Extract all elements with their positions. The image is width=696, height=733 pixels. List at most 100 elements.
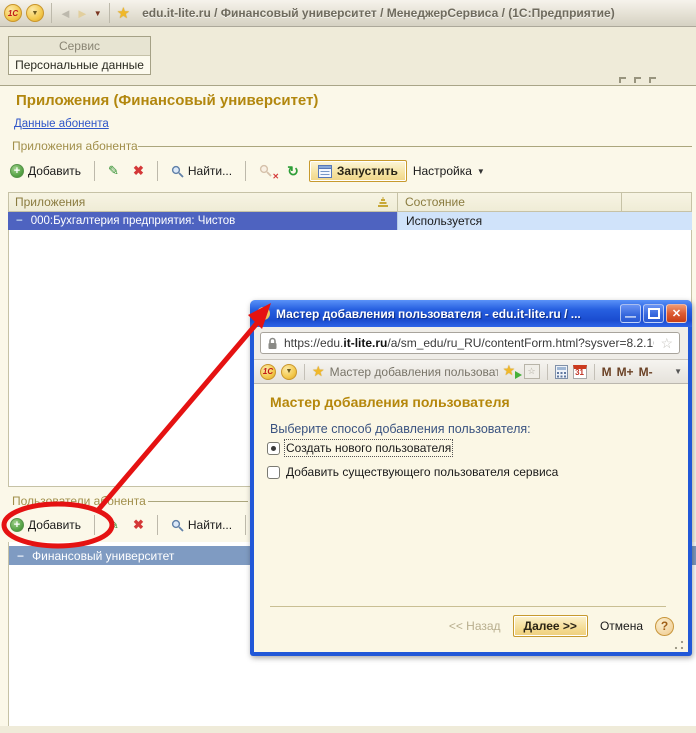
dialog-tab-label[interactable]: Мастер добавления пользоват...	[330, 365, 498, 379]
apps-refresh-icon[interactable]: ↻	[283, 161, 303, 182]
apps-run-button[interactable]: Запустить	[308, 160, 407, 182]
minimize-button[interactable]: —	[620, 304, 641, 323]
forward-icon[interactable]: ►	[76, 7, 89, 20]
apps-section-line	[138, 146, 692, 147]
users-section-line	[148, 501, 248, 502]
add-user-wizard-window: Мастер добавления пользователя - edu.it-…	[250, 300, 692, 656]
wizard-content: Мастер добавления пользователя Выберите …	[254, 384, 688, 652]
option-add-existing-user[interactable]: Добавить существующего пользователя серв…	[267, 465, 558, 479]
users-find-button[interactable]: Найти...	[167, 516, 236, 534]
app-name-cell[interactable]: − 000:Бухгалтерия предприятия: Чистов	[8, 212, 397, 230]
wizard-prompt: Выберите способ добавления пользователя:	[270, 422, 531, 436]
apps-delete-icon[interactable]: ✖	[129, 161, 148, 181]
cancel-button[interactable]: Отмена	[600, 619, 643, 633]
app-window: 1С ▼ ◄ ► ▼ ★ edu.it-lite.ru / Финансовый…	[0, 0, 696, 733]
apps-find-button[interactable]: Найти...	[167, 162, 236, 180]
plus-icon: +	[10, 164, 24, 178]
bookmark-star-icon[interactable]: ☆	[660, 335, 673, 352]
toolbar-overflow-icon[interactable]: ▼	[674, 367, 682, 376]
subscriber-data-link[interactable]: Данные абонента	[14, 118, 109, 130]
chevron-down-icon: ▼	[476, 166, 485, 176]
back-icon[interactable]: ◄	[59, 7, 72, 20]
calendar-icon[interactable]: 31	[572, 364, 587, 379]
separator	[245, 515, 247, 535]
search-icon	[260, 164, 272, 177]
separator	[94, 161, 96, 181]
dialog-client-area: https://edu.it-lite.ru/a/sm_edu/ru_RU/co…	[254, 327, 688, 652]
wizard-heading: Мастер добавления пользователя	[270, 394, 510, 410]
column-apps[interactable]: Приложения	[15, 195, 85, 209]
apps-add-button[interactable]: + Добавить	[6, 162, 85, 180]
option-create-new-user[interactable]: Создать нового пользователя	[267, 439, 454, 457]
apps-edit-icon[interactable]: ✎	[104, 161, 123, 181]
main-menu-icon[interactable]: ▼	[26, 4, 44, 22]
memory-button-m-minus[interactable]: M-	[639, 365, 653, 379]
section-switcher: Сервис Персональные данные	[8, 36, 151, 75]
url-field[interactable]: https://edu.it-lite.ru/a/sm_edu/ru_RU/co…	[260, 332, 680, 354]
favorites-icon[interactable]: ★	[312, 363, 325, 380]
1c-logo-icon[interactable]: 1С	[4, 4, 22, 22]
tab-service[interactable]: Сервис	[9, 37, 150, 56]
apps-section-label: Приложения абонента	[12, 139, 138, 153]
separator	[304, 363, 305, 380]
apps-toolbar: + Добавить ✎ ✖ Найти... ✕ ↻ Запустить На…	[6, 156, 485, 186]
add-favorite-icon[interactable]: ★	[503, 362, 522, 379]
users-edit-icon[interactable]: ✎	[104, 515, 123, 535]
dialog-title: Мастер добавления пользователя - edu.it-…	[276, 306, 581, 321]
users-add-button[interactable]: + Добавить	[6, 516, 85, 534]
plus-icon: +	[10, 518, 24, 532]
app-state-cell[interactable]: Используется	[397, 212, 692, 230]
back-button: << Назад	[448, 619, 501, 633]
separator	[593, 363, 595, 380]
separator	[156, 161, 158, 181]
maximize-button[interactable]	[643, 304, 664, 323]
page-title: Приложения (Финансовый университет)	[16, 92, 319, 109]
close-button[interactable]: ✕	[666, 304, 687, 323]
column-divider[interactable]	[621, 193, 622, 211]
apps-settings-dropdown[interactable]: Настройка ▼	[413, 164, 485, 178]
dialog-window-icon	[257, 307, 270, 320]
buttons-divider	[270, 606, 666, 607]
radio-unselected-icon[interactable]	[267, 465, 280, 479]
main-menu-icon[interactable]: ▼	[281, 363, 297, 380]
favorites-panel-icon[interactable]: ☆	[523, 364, 540, 379]
separator	[51, 3, 52, 23]
resize-grip[interactable]	[674, 640, 684, 650]
browser-topbar: 1С ▼ ◄ ► ▼ ★ edu.it-lite.ru / Финансовый…	[0, 0, 696, 27]
calculator-icon[interactable]	[554, 364, 568, 379]
row-marker-icon: −	[17, 548, 25, 563]
separator	[108, 3, 110, 23]
memory-button-m-plus[interactable]: M+	[617, 365, 634, 379]
dialog-titlebar[interactable]: Мастер добавления пользователя - edu.it-…	[250, 300, 692, 327]
form-icon	[317, 164, 332, 178]
url-text: https://edu.it-lite.ru/a/sm_edu/ru_RU/co…	[284, 336, 655, 350]
tab-personal-data[interactable]: Персональные данные	[9, 56, 150, 74]
search-icon	[171, 165, 184, 178]
apps-table-row-selected[interactable]: − 000:Бухгалтерия предприятия: Чистов Ис…	[8, 212, 692, 230]
separator	[245, 161, 247, 181]
sort-icon	[378, 197, 388, 207]
apps-table-header[interactable]: Приложения Состояние	[8, 192, 692, 212]
separator	[94, 515, 96, 535]
1c-logo-icon[interactable]: 1С	[260, 363, 276, 380]
browser-url-row: https://edu.it-lite.ru/a/sm_edu/ru_RU/co…	[254, 327, 688, 360]
bottom-strip	[0, 726, 696, 733]
history-dropdown-icon[interactable]: ▼	[94, 9, 102, 18]
help-button[interactable]: ?	[655, 616, 674, 636]
window-title: edu.it-lite.ru / Финансовый университет …	[142, 6, 615, 20]
separator	[546, 363, 548, 380]
window-control-marks[interactable]	[619, 77, 656, 83]
search-icon	[171, 519, 184, 532]
wizard-buttons: << Назад Далее >> Отмена ?	[449, 615, 674, 637]
separator	[156, 515, 158, 535]
apps-clear-find-icon[interactable]: ✕	[255, 162, 279, 181]
users-delete-icon[interactable]: ✖	[129, 515, 148, 535]
radio-selected-icon[interactable]	[267, 441, 280, 455]
favorites-icon[interactable]: ★	[117, 4, 130, 22]
memory-button-m[interactable]: M	[602, 365, 612, 379]
column-divider[interactable]	[397, 193, 398, 211]
column-state[interactable]: Состояние	[405, 195, 465, 209]
next-button[interactable]: Далее >>	[512, 615, 588, 637]
users-section-label: Пользователи абонента	[12, 494, 146, 508]
row-marker-icon: −	[16, 215, 23, 227]
